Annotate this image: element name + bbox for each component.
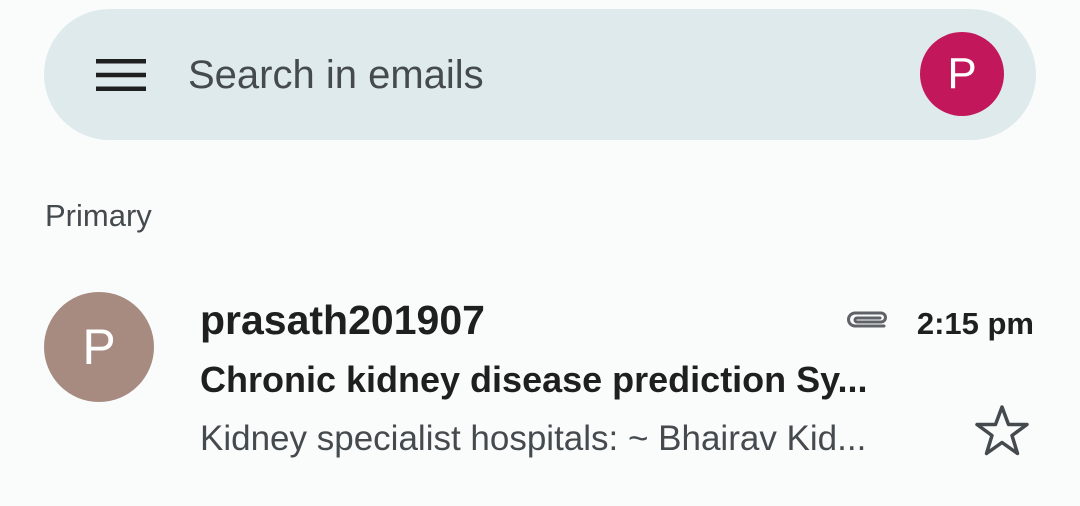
account-avatar[interactable]: P — [920, 32, 1004, 116]
section-label-primary: Primary — [45, 198, 152, 233]
email-list-item[interactable]: P prasath201907 2:15 pm Chronic kidney d… — [0, 280, 1080, 470]
hamburger-menu-icon[interactable] — [96, 57, 146, 93]
email-snippet: Kidney specialist hospitals: ~ Bhairav K… — [200, 419, 867, 458]
sender-avatar[interactable]: P — [44, 292, 154, 402]
email-time: 2:15 pm — [916, 306, 1034, 341]
paperclip-icon — [844, 310, 890, 334]
search-bar[interactable]: Search in emails P — [44, 9, 1036, 140]
email-subject: Chronic kidney disease prediction Sy... — [200, 359, 868, 400]
search-input[interactable]: Search in emails — [188, 47, 484, 103]
email-sender: prasath201907 — [200, 297, 485, 343]
star-icon[interactable] — [972, 402, 1032, 462]
